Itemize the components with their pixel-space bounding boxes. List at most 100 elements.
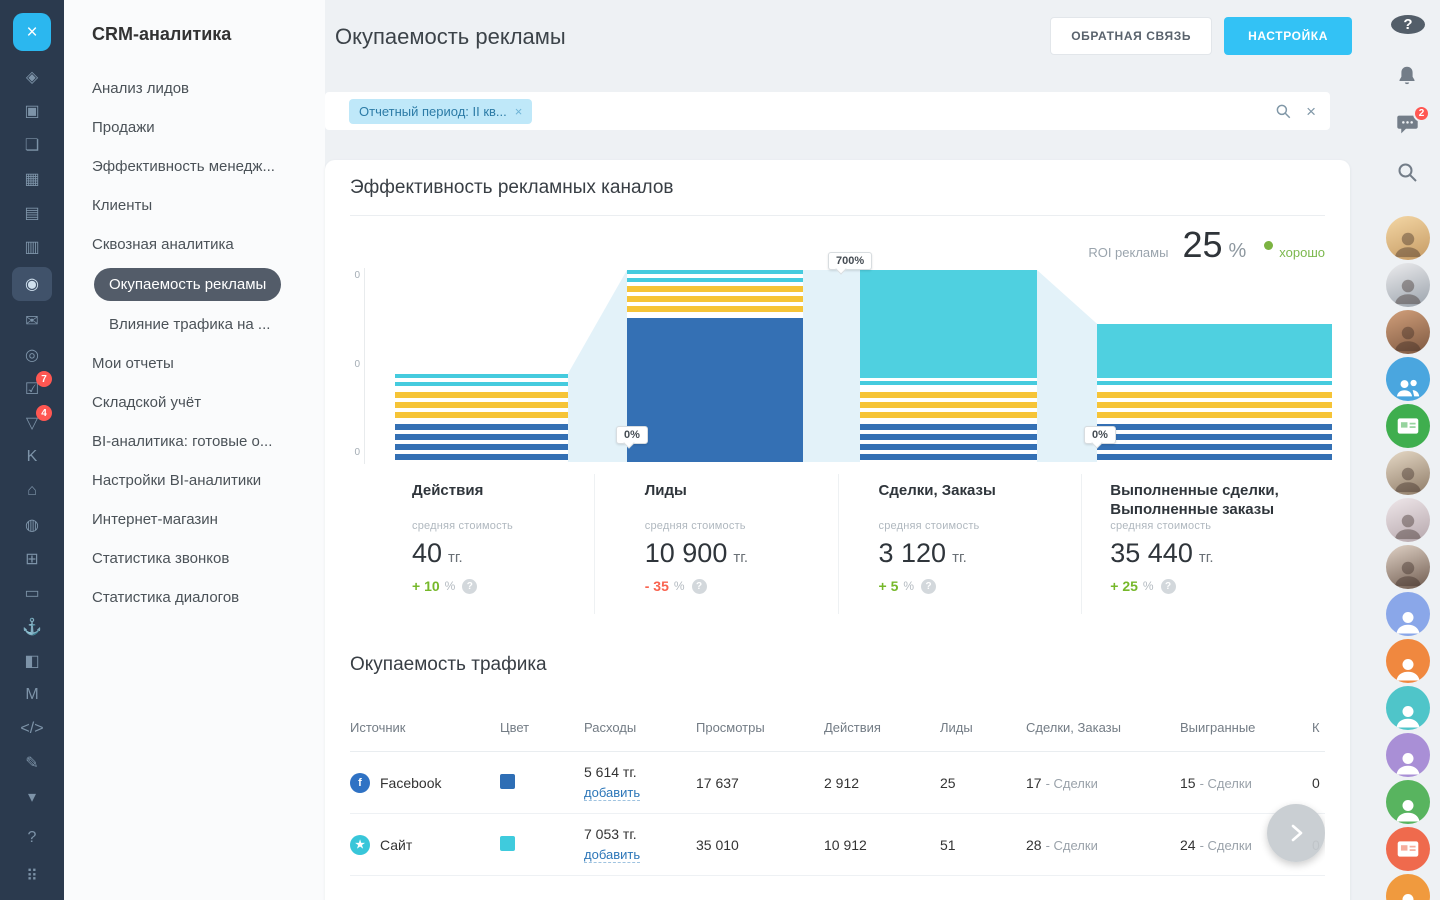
user-avatar-photo[interactable] (1386, 263, 1430, 307)
tasks-icon[interactable]: ▣ (14, 97, 50, 125)
contact-center-icon[interactable]: ▭ (14, 579, 50, 607)
help-icon[interactable]: ? (921, 579, 936, 594)
user-avatar-icon[interactable] (1386, 639, 1430, 683)
user-avatar-photo[interactable] (1386, 216, 1430, 260)
market-glyph: M (25, 686, 38, 704)
sidebar-item[interactable]: Мои отчеты (92, 344, 315, 383)
table-header: ИсточникЦветРасходыПросмотрыДействияЛиды… (350, 700, 1325, 752)
sidebar-item[interactable]: Интернет-магазин (92, 500, 315, 539)
help-icon[interactable]: ? (462, 579, 477, 594)
sidebar-item[interactable]: Клиенты (92, 186, 315, 225)
user-avatar-icon[interactable] (1386, 592, 1430, 636)
sidebar-item[interactable]: Продажи (92, 108, 315, 147)
sidebar-item[interactable]: Статистика звонков (92, 539, 315, 578)
help-icon[interactable]: ? (692, 579, 707, 594)
table-row: ★Сайт7 053 тг.добавить35 01010 9125128- … (350, 814, 1325, 876)
calendar-icon[interactable]: ▦ (14, 165, 50, 193)
company-icon[interactable]: ⌂ (14, 477, 50, 505)
notifications-bell-icon[interactable] (1395, 64, 1421, 90)
feedback-button[interactable]: ОБРАТНАЯ СВЯЗЬ (1050, 17, 1212, 55)
filter-chip-label: Отчетный период: II кв... (359, 104, 507, 119)
settings-button[interactable]: НАСТРОЙКА (1224, 17, 1352, 55)
app-k-icon[interactable]: K (14, 443, 50, 471)
user-avatar-icon[interactable] (1386, 357, 1430, 401)
source-cell[interactable]: ★Сайт (350, 823, 500, 867)
help-button[interactable]: ? (1391, 15, 1425, 34)
user-avatar-icon[interactable] (1386, 686, 1430, 730)
column-header: Расходы (584, 700, 696, 751)
sidebar-item[interactable]: Сквозная аналитика (92, 225, 315, 264)
drive-icon[interactable]: ▥ (14, 233, 50, 261)
user-avatar-icon[interactable] (1386, 404, 1430, 448)
help-icon[interactable]: ? (14, 824, 50, 852)
deals-cell: 28- Сделки (1026, 825, 1180, 865)
shop-glyph: ⊞ (25, 549, 38, 569)
metric-delta: - 35%? (645, 578, 828, 594)
sidebar-item[interactable]: Статистика диалогов (92, 578, 315, 617)
color-swatch (500, 774, 515, 789)
chip-remove-icon[interactable]: × (515, 104, 523, 119)
filter-chip[interactable]: Отчетный период: II кв... × (349, 99, 532, 124)
user-avatar-photo[interactable] (1386, 310, 1430, 354)
add-expense-link[interactable]: добавить (584, 785, 640, 801)
tasks-projects-icon[interactable]: ☑7 (14, 375, 50, 403)
drive-glyph: ▥ (24, 237, 39, 257)
user-avatar-icon[interactable] (1386, 780, 1430, 824)
close-menu-button[interactable]: × (13, 13, 51, 51)
user-avatar-photo[interactable] (1386, 451, 1430, 495)
user-avatar-icon[interactable] (1386, 874, 1430, 900)
documents-icon[interactable]: ▤ (14, 199, 50, 227)
analytics-card: Эффективность рекламных каналов ROI рекл… (325, 160, 1350, 900)
source-cell[interactable]: fFacebook (350, 761, 500, 805)
sidebar-item[interactable]: Анализ лидов (92, 69, 315, 108)
crm-marketing-icon[interactable]: ◍ (14, 511, 50, 539)
sidebar-item[interactable]: Окупаемость рекламы (94, 268, 281, 301)
clear-filter-icon[interactable]: × (1306, 103, 1316, 120)
sidebar-item[interactable]: BI-аналитика: готовые о... (92, 422, 315, 461)
search-icon[interactable] (1395, 160, 1421, 186)
metric-unit: тг. (448, 549, 463, 566)
metric-value: 10 900тг. (645, 538, 828, 569)
apps-icon[interactable]: ⠿ (14, 862, 50, 890)
user-avatar-icon[interactable] (1386, 827, 1430, 871)
feed-icon[interactable]: ◈ (14, 63, 50, 91)
chat-icon[interactable]: 2 (1395, 112, 1421, 138)
sidebar-item[interactable]: Влияние трафика на ... (92, 305, 315, 344)
source-name: Facebook (380, 775, 441, 791)
anchor-app-icon[interactable]: ⚓ (14, 613, 50, 641)
shop-icon[interactable]: ⊞ (14, 545, 50, 573)
search-icon[interactable] (1274, 102, 1292, 120)
filter-bar[interactable]: Отчетный период: II кв... × × (325, 92, 1330, 130)
metric-unit: тг. (952, 549, 967, 566)
user-avatar-icon[interactable] (1386, 733, 1430, 777)
market-icon[interactable]: M (14, 681, 50, 709)
add-expense-link[interactable]: добавить (584, 847, 640, 863)
warehouse-icon[interactable]: ◧ (14, 647, 50, 675)
more-icon[interactable]: ▾ (14, 783, 50, 811)
page: × ◈▣❏▦▤▥◉✉◎☑7▽4K⌂◍⊞▭⚓◧M</>✎▾ ?⠿ CRM-анал… (0, 0, 1440, 900)
edit-icon[interactable]: ✎ (14, 749, 50, 777)
user-avatar-photo[interactable] (1386, 545, 1430, 589)
page-header: Окупаемость рекламы ОБРАТНАЯ СВЯЗЬ НАСТР… (325, 0, 1376, 92)
next-page-button[interactable] (1267, 804, 1325, 862)
metric-title: Лиды (645, 482, 828, 520)
metric-cell: Выполненные сделки, Выполненные заказыср… (1081, 474, 1325, 614)
user-avatar-photo[interactable] (1386, 498, 1430, 542)
sidebar-item[interactable]: Эффективность менедж... (92, 147, 315, 186)
metric-amount: 3 120 (879, 538, 947, 568)
axis-tick: 0 (350, 270, 360, 281)
conversion-callout: 0% (616, 426, 648, 444)
y-axis-line (364, 268, 365, 464)
developer-icon[interactable]: </> (14, 715, 50, 743)
sales-funnel-icon[interactable]: ▽4 (14, 409, 50, 437)
contact-center-glyph: ▭ (24, 583, 39, 603)
messenger-icon[interactable]: ❏ (14, 131, 50, 159)
groups-icon[interactable]: ◎ (14, 341, 50, 369)
crm-icon[interactable]: ◉ (12, 267, 52, 301)
mail-icon[interactable]: ✉ (14, 307, 50, 335)
sidebar-item[interactable]: Складской учёт (92, 383, 315, 422)
metric-value: 40тг. (412, 538, 584, 569)
column-header: Сделки, Заказы (1026, 700, 1180, 751)
help-icon[interactable]: ? (1161, 579, 1176, 594)
sidebar-item[interactable]: Настройки BI-аналитики (92, 461, 315, 500)
